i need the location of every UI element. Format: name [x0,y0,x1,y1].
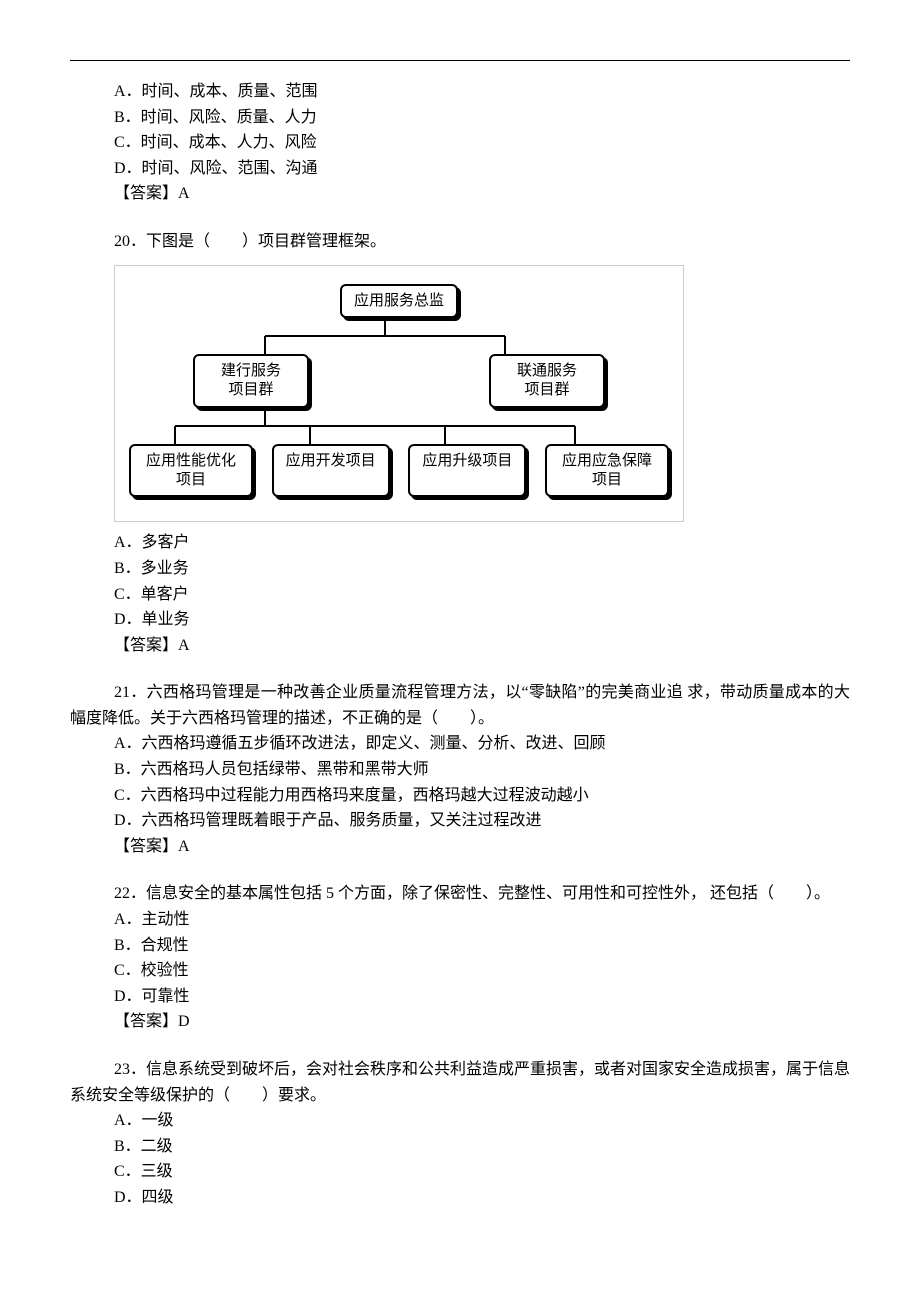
option-b: B．时间、风险、质量、人力 [70,105,850,131]
option-c: C．时间、成本、人力、风险 [70,130,850,156]
option-d: D．可靠性 [70,984,850,1010]
node-mid-right: 联通服务 项目群 [489,354,605,408]
question-stem: 20．下图是（ ）项目群管理框架。 [70,229,850,255]
option-d: D．时间、风险、范围、沟通 [70,156,850,182]
question-23: 23．信息系统受到破坏后，会对社会秩序和公共利益造成严重损害，或者对国家安全造成… [70,1057,850,1211]
option-d: D．单业务 [70,607,850,633]
option-d: D．六西格玛管理既着眼于产品、服务质量，又关注过程改进 [70,808,850,834]
page-top-rule [70,60,850,61]
question-19-tail: A．时间、成本、质量、范围 B．时间、风险、质量、人力 C．时间、成本、人力、风… [70,79,850,207]
node-leaf-1: 应用性能优化 项目 [129,444,253,498]
option-a: A．一级 [70,1108,850,1134]
option-b: B．合规性 [70,933,850,959]
question-stem: 21．六西格玛管理是一种改善企业质量流程管理方法，以“零缺陷”的完美商业追 求，… [70,680,850,731]
option-b: B．六西格玛人员包括绿带、黑带和黑带大师 [70,757,850,783]
option-c: C．单客户 [70,582,850,608]
option-a: A．六西格玛遵循五步循环改进法，即定义、测量、分析、改进、回顾 [70,731,850,757]
node-leaf-4: 应用应急保障 项目 [545,444,669,498]
option-a: A．主动性 [70,907,850,933]
node-mid-left: 建行服务 项目群 [193,354,309,408]
option-c: C．校验性 [70,958,850,984]
question-21: 21．六西格玛管理是一种改善企业质量流程管理方法，以“零缺陷”的完美商业追 求，… [70,680,850,859]
page: A．时间、成本、质量、范围 B．时间、风险、质量、人力 C．时间、成本、人力、风… [0,0,920,1302]
option-d: D．四级 [70,1185,850,1211]
node-leaf-3: 应用升级项目 [408,444,526,498]
diagram-row-mid: 建行服务 项目群 联通服务 项目群 [129,354,669,408]
answer: 【答案】D [70,1009,850,1035]
option-c: C．三级 [70,1159,850,1185]
question-22: 22．信息安全的基本属性包括 5 个方面，除了保密性、完整性、可用性和可控性外，… [70,881,850,1035]
diagram-row-top: 应用服务总监 [129,284,669,319]
option-b: B．多业务 [70,556,850,582]
option-a: A．时间、成本、质量、范围 [70,79,850,105]
question-stem: 22．信息安全的基本属性包括 5 个方面，除了保密性、完整性、可用性和可控性外，… [70,881,850,907]
answer: 【答案】A [70,181,850,207]
answer: 【答案】A [70,633,850,659]
option-b: B．二级 [70,1134,850,1160]
diagram-row-leaf: 应用性能优化 项目 应用开发项目 应用升级项目 应用应急保障 项目 [129,444,669,498]
option-a: A．多客户 [70,530,850,556]
node-leaf-2: 应用开发项目 [272,444,390,498]
node-top: 应用服务总监 [340,284,458,319]
question-20: 20．下图是（ ）项目群管理框架。 应用服务总监 建行服务 项目群 [70,229,850,658]
question-stem: 23．信息系统受到破坏后，会对社会秩序和公共利益造成严重损害，或者对国家安全造成… [70,1057,850,1108]
org-chart-diagram: 应用服务总监 建行服务 项目群 联通服务 项目群 应用性能优化 项目 应用开发项… [114,265,684,523]
option-c: C．六西格玛中过程能力用西格玛来度量，西格玛越大过程波动越小 [70,783,850,809]
answer: 【答案】A [70,834,850,860]
